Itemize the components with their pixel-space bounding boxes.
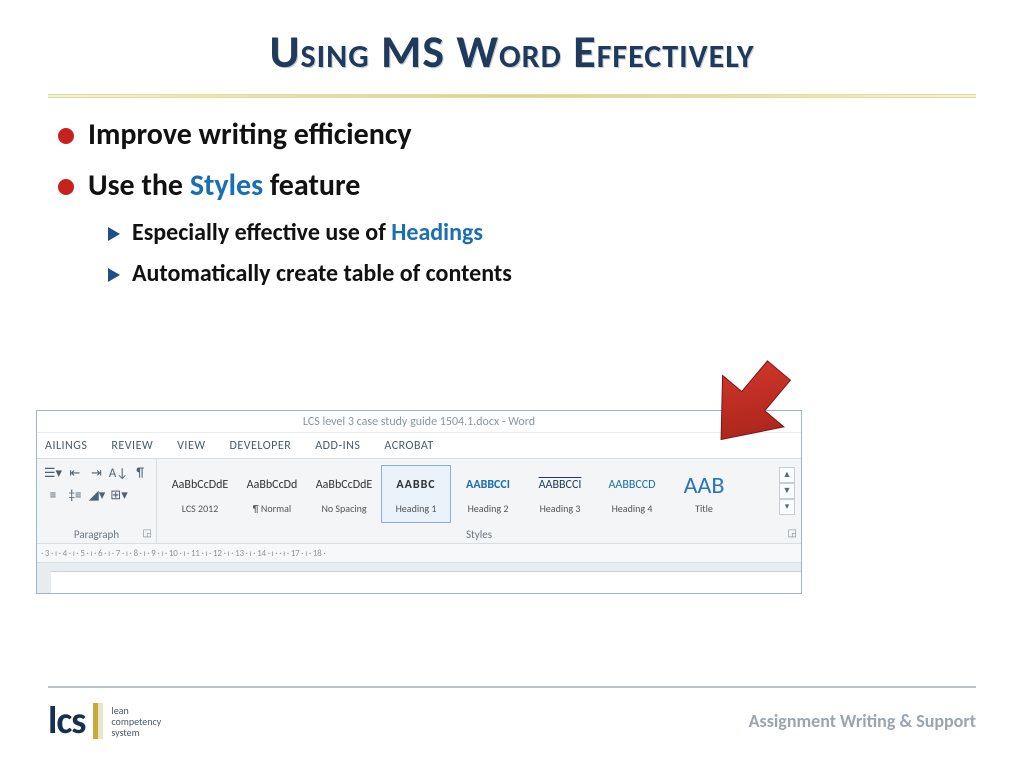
logo-bars-icon (93, 703, 103, 739)
callout-arrow-icon (690, 350, 810, 460)
slide: Using MS Word Effectively Improve writin… (0, 0, 1024, 768)
gallery-up-icon[interactable]: ▲ (779, 467, 795, 483)
text: Especially effective use of (132, 218, 391, 247)
shading-icon[interactable]: ◢▾ (89, 487, 105, 503)
dialog-launcher-icon[interactable]: ◲ (143, 526, 152, 539)
word-document-title: LCS level 3 case study guide 1504.1.docx… (37, 411, 801, 433)
highlight-text: Headings (391, 218, 483, 247)
bullet-text: Especially effective use of Headings (132, 218, 483, 247)
style-name: Heading 1 (382, 502, 450, 515)
ribbon-tab[interactable]: DEVELOPER (230, 439, 292, 453)
style-item-heading-2[interactable]: AABBCCI Heading 2 (453, 465, 523, 523)
bullet-text: Improve writing efficiency (88, 116, 412, 153)
style-item--normal[interactable]: AaBbCcDd ¶ Normal (237, 465, 307, 523)
borders-icon[interactable]: ⊞▾ (111, 487, 127, 503)
line-spacing-icon[interactable]: ‡≡ (67, 487, 83, 503)
gallery-down-icon[interactable]: ▼ (779, 483, 795, 499)
style-preview: AAB (670, 470, 738, 500)
footer-caption: Assignment Writing & Support (749, 710, 976, 732)
bullet-list: Improve writing efficiency Use the Style… (48, 116, 976, 288)
ruler[interactable]: · 3 · ı · 4 · ı · 5 · ı · 6 · ı · 7 · ı … (37, 543, 801, 563)
bullet-dot-icon (58, 128, 74, 144)
style-preview: AABBCCD (598, 470, 666, 500)
style-preview: AABBCCI (526, 470, 594, 500)
style-name: Heading 4 (598, 502, 666, 515)
ribbon-tab[interactable]: ADD-INS (315, 439, 360, 453)
style-name: No Spacing (310, 502, 378, 515)
style-preview: AaBbCcDdE (166, 470, 234, 500)
bullet-level2: Automatically create table of contents (108, 259, 976, 288)
style-name: Heading 2 (454, 502, 522, 515)
bullet-level2: Especially effective use of Headings (108, 218, 976, 247)
bullet-triangle-icon (108, 268, 120, 282)
slide-footer: lcs lean competency system Assignment Wr… (48, 686, 976, 746)
group-label: Paragraph (37, 528, 156, 541)
ribbon-tab[interactable]: ACROBAT (384, 439, 433, 453)
style-item-heading-1[interactable]: AABBC Heading 1 (381, 465, 451, 523)
highlight-text: Styles (190, 167, 263, 204)
dialog-launcher-icon[interactable]: ◲ (788, 526, 797, 539)
ribbon-tab[interactable]: AILINGS (45, 439, 87, 453)
title-underline (48, 94, 976, 98)
style-preview: AaBbCcDdE (310, 470, 378, 500)
align-icon[interactable]: ≡ (45, 487, 61, 503)
footer-divider (48, 686, 976, 688)
word-ribbon-screenshot: LCS level 3 case study guide 1504.1.docx… (36, 410, 802, 594)
gallery-more-icon[interactable]: ▾ (779, 499, 795, 515)
style-gallery: AaBbCcDdELCS 2012AaBbCcDd¶ NormalAaBbCcD… (165, 465, 771, 523)
slide-title: Using MS Word Effectively (48, 24, 976, 80)
bullet-text: Use the Styles feature (88, 167, 360, 204)
pilcrow-icon[interactable]: ¶ (132, 465, 148, 481)
gallery-scroll: ▲ ▼ ▾ (779, 467, 795, 515)
bullet-triangle-icon (108, 227, 120, 241)
styles-group: AaBbCcDdELCS 2012AaBbCcDd¶ NormalAaBbCcD… (157, 459, 801, 543)
document-page[interactable] (51, 571, 801, 594)
bullet-level1: Improve writing efficiency (58, 116, 976, 153)
style-name: Heading 3 (526, 502, 594, 515)
style-item-no-spacing[interactable]: AaBbCcDdE No Spacing (309, 465, 379, 523)
list-icon[interactable]: ☰▾ (45, 465, 61, 481)
style-name: ¶ Normal (238, 502, 306, 515)
style-preview: AABBCCI (454, 470, 522, 500)
bullet-text: Automatically create table of contents (132, 259, 512, 288)
logo-text: lean competency system (111, 705, 161, 738)
bullet-level1: Use the Styles feature (58, 167, 976, 204)
ribbon-tab[interactable]: VIEW (177, 439, 205, 453)
style-preview: AaBbCcDd (238, 470, 306, 500)
style-preview: AABBC (382, 470, 450, 500)
style-item-heading-3[interactable]: AABBCCI Heading 3 (525, 465, 595, 523)
increase-indent-icon[interactable]: ⇥ (89, 465, 105, 481)
text: feature (263, 167, 360, 204)
style-item-title[interactable]: AAB Title (669, 465, 739, 523)
style-name: Title (670, 502, 738, 515)
group-label: Styles (157, 528, 801, 541)
document-background (37, 563, 801, 593)
ribbon-tabs: AILINGS REVIEW VIEW DEVELOPER ADD-INS AC… (37, 433, 801, 459)
sort-icon[interactable]: A↓ (110, 465, 126, 481)
style-item-heading-4[interactable]: AABBCCD Heading 4 (597, 465, 667, 523)
bullet-dot-icon (58, 179, 74, 195)
decrease-indent-icon[interactable]: ⇤ (67, 465, 83, 481)
paragraph-group: ☰▾ ⇤ ⇥ A↓ ¶ ≡ ‡≡ ◢▾ ⊞▾ Paragraph ◲ (37, 459, 157, 543)
text: Use the (88, 167, 190, 204)
text: system (111, 726, 139, 739)
ribbon-tab[interactable]: REVIEW (111, 439, 153, 453)
style-name: LCS 2012 (166, 502, 234, 515)
style-item-lcs-2012[interactable]: AaBbCcDdE LCS 2012 (165, 465, 235, 523)
ribbon-body: ☰▾ ⇤ ⇥ A↓ ¶ ≡ ‡≡ ◢▾ ⊞▾ Paragraph ◲ AaBbC… (37, 459, 801, 543)
lcs-logo: lcs lean competency system (48, 698, 161, 744)
logo-mark: lcs (48, 698, 85, 744)
